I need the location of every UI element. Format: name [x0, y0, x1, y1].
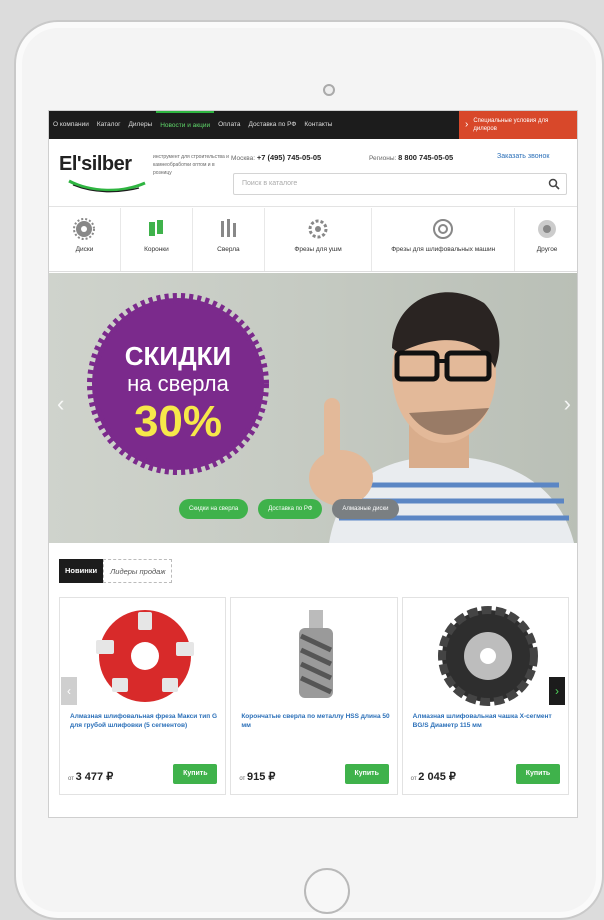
- nav-about[interactable]: О компании: [49, 111, 93, 139]
- nav-catalog[interactable]: Каталог: [93, 111, 125, 139]
- grinding-cup-image: [437, 606, 538, 706]
- category-sanding-cutters[interactable]: Фрезы для шлифовальных машин: [372, 208, 516, 271]
- category-label: Другое: [536, 246, 558, 253]
- nav-payment[interactable]: Оплата: [214, 111, 244, 139]
- home-button[interactable]: [304, 868, 350, 914]
- banner-prev-icon[interactable]: ‹: [57, 391, 64, 417]
- category-grinder-cutters[interactable]: Фрезы для ушм: [265, 208, 373, 271]
- product-card[interactable]: Алмазная шлифовальная чашка Х-сегмент BG…: [401, 597, 569, 795]
- dealer-offer-label: Специальные условия для дилеров: [473, 118, 549, 132]
- product-card[interactable]: Корончатые сверла по металлу HSS длина 5…: [230, 597, 398, 795]
- price-prefix: от: [239, 776, 246, 782]
- nav-contacts[interactable]: Контакты: [300, 111, 336, 139]
- tagline: инструмент для строительства и камнеобра…: [153, 154, 229, 176]
- nav-delivery[interactable]: Доставка по РФ: [244, 111, 300, 139]
- price-value: 3 477 ₽: [75, 771, 114, 783]
- search-input[interactable]: Поиск в каталоге: [233, 173, 567, 195]
- product-carousel: Алмазная шлифовальная фреза Макси тип G …: [59, 597, 569, 795]
- core-drill-image: [299, 610, 334, 698]
- screen: О компании Каталог Дилеры Новости и акци…: [48, 110, 578, 818]
- price-value: 2 045 ₽: [418, 771, 456, 783]
- category-label: Сверла: [217, 246, 240, 253]
- discount-badge: СКИДКИ на сверла 30%: [85, 291, 271, 477]
- buy-button[interactable]: Купить: [515, 764, 560, 784]
- category-label: Фрезы для ушм: [294, 246, 342, 253]
- category-other[interactable]: Другое: [515, 208, 577, 271]
- drill-bits-icon: [221, 219, 237, 237]
- category-label: Фрезы для шлифовальных машин: [391, 246, 496, 253]
- phone-moscow-number[interactable]: +7 (495) 745-05-05: [257, 153, 321, 162]
- banner-slide-1[interactable]: Скидки на сверла: [179, 499, 249, 519]
- product-price: от 2 045 ₽: [411, 770, 456, 783]
- category-label: Коронки: [144, 246, 169, 253]
- grinding-cup-icon: [433, 219, 454, 239]
- logo[interactable]: El'silber: [59, 153, 132, 176]
- product-price: от 3 477 ₽: [68, 770, 113, 783]
- product-tabs: Новинки Лидеры продаж: [59, 559, 173, 583]
- grinding-cutter-image: [96, 610, 194, 702]
- category-crowns[interactable]: Коронки: [121, 208, 193, 271]
- cutter-wheel-icon: [308, 219, 328, 239]
- product-name[interactable]: Алмазная шлифовальная чашка Х-сегмент BG…: [413, 712, 563, 730]
- product-price: от 915 ₽: [239, 770, 275, 783]
- phone-moscow: Москва: +7 (495) 745-05-05: [231, 153, 321, 162]
- search-placeholder: Поиск в каталоге: [242, 180, 298, 187]
- product-card[interactable]: Алмазная шлифовальная фреза Макси тип G …: [59, 597, 227, 795]
- price-value: 915 ₽: [246, 771, 276, 783]
- category-drills[interactable]: Сверла: [193, 208, 265, 271]
- nav-dealers[interactable]: Дилеры: [125, 111, 157, 139]
- banner-slide-2[interactable]: Доставка по РФ: [258, 499, 323, 519]
- product-name[interactable]: Алмазная шлифовальная фреза Макси тип G …: [70, 712, 220, 730]
- buy-button[interactable]: Купить: [344, 764, 389, 784]
- nav-news[interactable]: Новости и акции: [156, 111, 215, 139]
- badge-title: СКИДКИ: [124, 341, 232, 371]
- category-label: Диски: [75, 246, 94, 253]
- banner-next-icon[interactable]: ›: [564, 391, 571, 417]
- top-nav: О компании Каталог Дилеры Новости и акци…: [49, 111, 577, 139]
- category-bar: Диски Коронки Сверла Фрезы для ушм Фрезы…: [49, 208, 577, 272]
- camera-icon: [323, 84, 335, 96]
- tab-bestsellers[interactable]: Лидеры продаж: [103, 559, 173, 583]
- callback-link[interactable]: Заказать звонок: [497, 153, 549, 160]
- site-header: El'silber инструмент для строительства и…: [49, 139, 577, 207]
- banner-slide-3[interactable]: Алмазные диски: [332, 499, 399, 519]
- phone-moscow-label: Москва:: [231, 155, 255, 162]
- buy-button[interactable]: Купить: [173, 764, 218, 784]
- dealer-offer-link[interactable]: › Специальные условия для дилеров: [459, 111, 577, 139]
- carousel-prev-icon[interactable]: ‹: [61, 677, 77, 705]
- badge-subtitle: на сверла: [127, 371, 229, 396]
- phone-regions: Регионы: 8 800 745-05-05: [369, 153, 453, 162]
- product-name[interactable]: Корончатые сверла по металлу HSS длина 5…: [241, 712, 391, 730]
- tab-new[interactable]: Новинки: [59, 559, 104, 583]
- chevron-right-icon: ›: [465, 119, 469, 130]
- logo-swoosh-icon: [68, 179, 146, 193]
- price-prefix: от: [68, 776, 74, 782]
- carousel-next-icon[interactable]: ›: [549, 677, 565, 705]
- search-icon[interactable]: [548, 178, 560, 190]
- price-prefix: от: [410, 776, 417, 782]
- banner-pager: Скидки на сверла Доставка по РФ Алмазные…: [179, 499, 399, 519]
- badge-percent: 30%: [133, 397, 223, 446]
- phone-regions-number[interactable]: 8 800 745-05-05: [398, 153, 453, 162]
- category-disks[interactable]: Диски: [49, 208, 121, 271]
- other-disk-icon: [538, 220, 557, 238]
- phone-regions-label: Регионы:: [369, 155, 397, 162]
- saw-disk-icon: [73, 218, 96, 240]
- promo-banner[interactable]: СКИДКИ на сверла 30% ‹ › Скидки на сверл…: [49, 273, 577, 543]
- core-bit-icon: [149, 220, 164, 236]
